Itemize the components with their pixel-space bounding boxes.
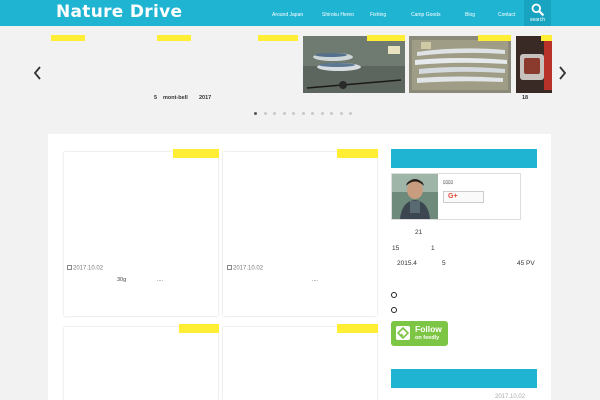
- carousel-dot[interactable]: [311, 112, 314, 115]
- google-plus-icon: G+: [448, 193, 458, 200]
- post-card[interactable]: [64, 324, 219, 400]
- radio-bullet-icon[interactable]: [391, 307, 397, 313]
- slide-caption: 2017: [199, 95, 212, 101]
- nav-blog[interactable]: Blog: [465, 12, 475, 18]
- post-meta: ....: [312, 277, 319, 283]
- slide-photo-fish-rod[interactable]: [303, 36, 405, 93]
- slide-caption: mont-bell: [163, 95, 188, 101]
- post-card[interactable]: [223, 324, 378, 400]
- nav-camp-goods[interactable]: Camp Goods: [411, 12, 440, 18]
- carousel-dot[interactable]: [320, 112, 324, 115]
- profile-name: ﾛﾛﾛﾛ: [443, 180, 454, 186]
- search-label: search: [529, 17, 545, 23]
- carousel-dot[interactable]: [282, 112, 286, 115]
- site-header: Nature Drive Around Japan Shiroku Henro …: [0, 0, 600, 26]
- profile-text: 5: [442, 260, 446, 267]
- post-category-tag: [337, 324, 378, 333]
- post-category-tag: [337, 149, 378, 158]
- featured-carousel: 5 mont-bell 2017 18: [0, 26, 600, 123]
- sidebar-post-date: 2017.10.02: [495, 394, 526, 400]
- slide-caption: 18: [522, 95, 529, 101]
- carousel-dot[interactable]: [339, 112, 343, 115]
- avatar: [392, 174, 438, 219]
- slide-category-tag: [478, 35, 511, 41]
- carousel-dot[interactable]: [273, 112, 276, 115]
- nav-fishing[interactable]: Fishing: [370, 12, 386, 18]
- slide-caption: 5: [154, 95, 158, 101]
- chevron-right-icon[interactable]: [556, 64, 568, 82]
- sidebar-widget-title: [391, 369, 537, 388]
- slide-category-tag: [541, 35, 552, 41]
- nav-shikoku-henro[interactable]: Shiroku Henro: [322, 12, 354, 18]
- radio-bullet-icon[interactable]: [391, 292, 397, 298]
- profile-widget: ﾛﾛﾛﾛ G+: [391, 173, 521, 220]
- profile-pv-count: 45 PV: [517, 260, 535, 267]
- post-meta: ....: [157, 277, 164, 283]
- feedly-follow-button[interactable]: Follow on feedly: [391, 321, 448, 346]
- follow-sublabel: on feedly: [415, 335, 440, 341]
- slide-category-tag: [157, 35, 191, 41]
- sidebar-widget-title: [391, 149, 537, 168]
- post-card[interactable]: 2017.10.02 ....: [223, 149, 378, 316]
- post-date: 2017.10.02: [67, 265, 103, 272]
- chevron-left-icon[interactable]: [32, 64, 44, 82]
- carousel-dot[interactable]: [263, 112, 267, 115]
- profile-text: 2015.4: [397, 260, 417, 267]
- calendar-icon: [67, 265, 72, 270]
- carousel-dot[interactable]: [292, 112, 295, 115]
- post-category-tag: [173, 149, 219, 158]
- search-icon: [531, 3, 544, 16]
- slide-category-tag: [51, 35, 85, 41]
- nav-contact[interactable]: Contact: [498, 12, 515, 18]
- carousel-dot[interactable]: [254, 112, 257, 115]
- feedly-icon: [396, 326, 410, 340]
- carousel-dot[interactable]: [301, 112, 305, 115]
- profile-text: 15: [392, 245, 400, 252]
- google-plus-button[interactable]: G+: [443, 191, 484, 203]
- post-meta: 30g: [117, 277, 127, 283]
- calendar-icon: [227, 265, 232, 270]
- post-date: 2017.10.02: [227, 265, 263, 272]
- nav-around-japan[interactable]: Around Japan: [272, 12, 303, 18]
- post-card[interactable]: 2017.10.02 30g ....: [64, 149, 219, 316]
- follow-label: Follow: [415, 324, 442, 334]
- site-logo[interactable]: Nature Drive: [56, 2, 182, 22]
- profile-text: 1: [431, 245, 435, 252]
- profile-text: 21: [415, 229, 423, 236]
- search-button[interactable]: search: [524, 0, 551, 26]
- slide-photo-fish-catch[interactable]: [409, 36, 511, 93]
- slide-category-tag: [258, 35, 298, 41]
- slide-photo-gear[interactable]: [516, 36, 552, 93]
- carousel-dot[interactable]: [330, 112, 333, 115]
- post-category-tag: [179, 324, 219, 333]
- carousel-dot[interactable]: [349, 112, 352, 115]
- slide-category-tag: [367, 35, 405, 41]
